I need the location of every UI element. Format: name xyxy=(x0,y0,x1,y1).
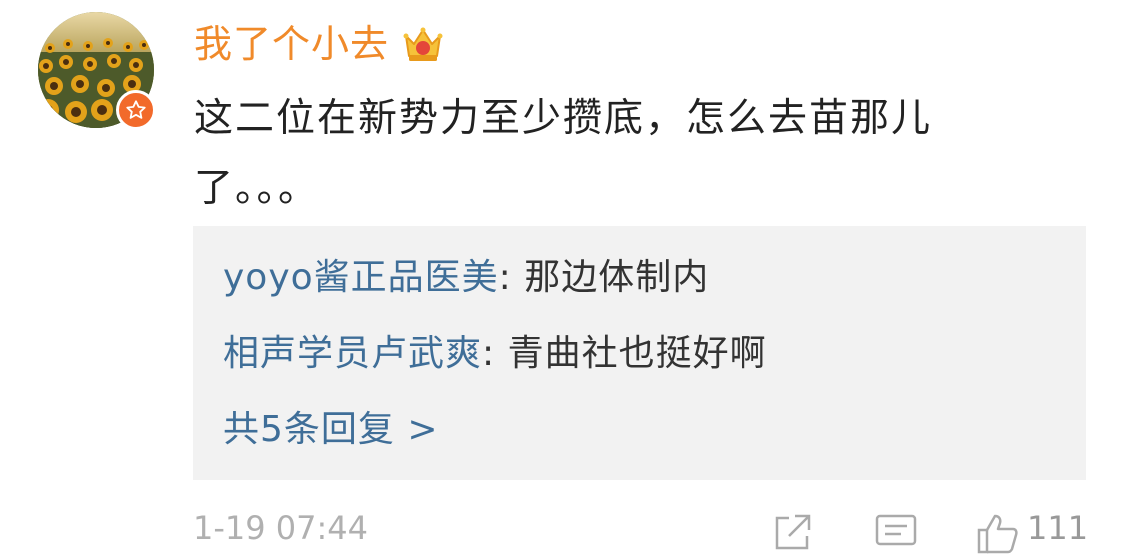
share-button[interactable] xyxy=(771,512,813,558)
reply-item[interactable]: yoyo酱正品医美: 那边体制内 xyxy=(223,260,709,296)
reply-text: 那边体制内 xyxy=(524,257,710,298)
more-replies-link[interactable]: 共5条回复 > xyxy=(223,412,439,448)
star-icon xyxy=(126,100,146,119)
thumbs-up-icon xyxy=(977,514,1018,554)
comment-icon xyxy=(875,514,917,546)
reply-author[interactable]: 相声学员卢武爽 xyxy=(223,333,482,374)
crown-icon[interactable] xyxy=(401,22,445,66)
comment-text: 这二位在新势力至少攒底，怎么去苗那儿了。。。 xyxy=(194,96,933,211)
comment-button[interactable] xyxy=(875,512,917,558)
reply-text: 青曲社也挺好啊 xyxy=(507,333,767,374)
like-button[interactable]: 111 xyxy=(975,512,1088,554)
reply-separator: : xyxy=(482,333,508,374)
replies-box[interactable]: yoyo酱正品医美: 那边体制内 相声学员卢武爽: 青曲社也挺好啊 共5条回复 … xyxy=(193,226,1086,480)
reply-item[interactable]: 相声学员卢武爽: 青曲社也挺好啊 xyxy=(223,336,767,372)
verified-badge-icon xyxy=(116,90,156,130)
timestamp: 1-19 07:44 xyxy=(193,509,369,547)
username-row: 我了个小去 xyxy=(194,18,445,70)
reply-separator: : xyxy=(498,257,525,298)
share-icon xyxy=(775,514,811,550)
avatar-container[interactable] xyxy=(38,12,156,130)
username[interactable]: 我了个小去 xyxy=(194,25,389,63)
comment-footer: 1-19 07:44 111 xyxy=(193,508,1088,554)
reply-author[interactable]: yoyo酱正品医美 xyxy=(223,257,499,298)
like-count: 111 xyxy=(1027,509,1089,547)
